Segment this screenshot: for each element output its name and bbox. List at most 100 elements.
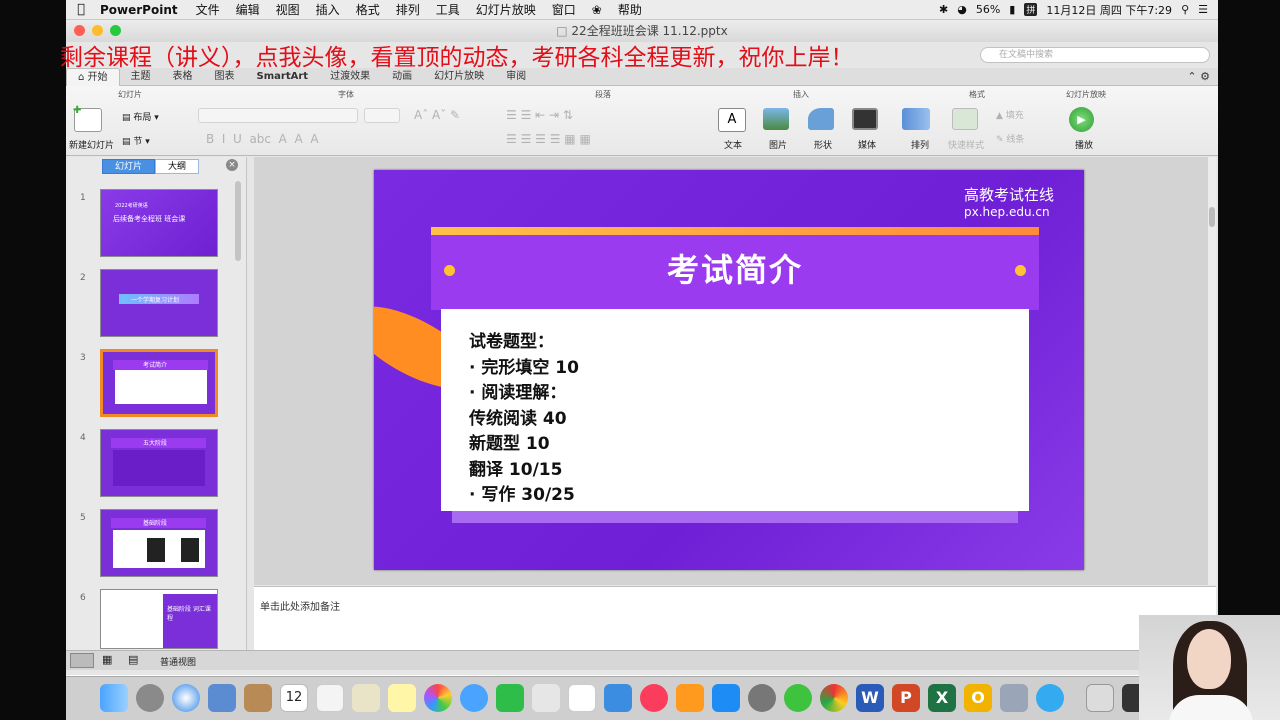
slide-thumbnail-3[interactable]: 考试简介 (100, 349, 218, 417)
slide-thumbnail-2[interactable]: 一个学期复习计划 (100, 269, 218, 337)
menu-edit[interactable]: 编辑 (228, 1, 268, 18)
books-icon[interactable] (676, 684, 704, 712)
input-method-icon[interactable]: 拼 (1024, 3, 1038, 16)
font-name-field[interactable] (198, 108, 358, 123)
picture-button[interactable]: 图片 (769, 138, 787, 151)
minimize-window-icon[interactable] (92, 25, 103, 36)
notes-app-icon[interactable] (388, 684, 416, 712)
font-size-buttons[interactable]: Aˆ Aˇ ✎ (414, 108, 460, 122)
content-line: 翻译 10/15 (469, 460, 563, 480)
zoom-window-icon[interactable] (110, 25, 121, 36)
thumb-number: 5 (80, 513, 86, 523)
media-button[interactable]: 媒体 (858, 138, 876, 151)
app-icon[interactable] (532, 684, 560, 712)
messages-icon[interactable] (460, 684, 488, 712)
bluetooth-icon[interactable]: ✱ (939, 3, 948, 16)
close-pane-icon[interactable]: × (226, 159, 238, 171)
excel-icon[interactable]: X (928, 684, 956, 712)
battery-percent[interactable]: 56% (976, 3, 1000, 16)
text-button[interactable]: 文本 (724, 138, 742, 151)
numbers-icon[interactable] (568, 684, 596, 712)
section-button[interactable]: ▤ 节 ▾ (122, 134, 150, 147)
chrome-icon[interactable] (820, 684, 848, 712)
new-slide-button[interactable]: 新建幻灯片 (69, 138, 114, 151)
new-slide-icon[interactable]: ✚ (73, 105, 102, 132)
menu-arrange[interactable]: 排列 (388, 1, 428, 18)
slide-thumbnail-5[interactable]: 基础阶段 (100, 509, 218, 577)
group-slideshow-title: 幻灯片放映 (1066, 90, 1106, 99)
outlook-icon[interactable]: O (964, 684, 992, 712)
close-window-icon[interactable] (74, 25, 85, 36)
wechat-icon[interactable] (784, 684, 812, 712)
screen:  PowerPoint 文件 编辑 视图 插入 格式 排列 工具 幻灯片放映 … (0, 0, 1280, 720)
powerpoint-icon[interactable]: P (892, 684, 920, 712)
contacts-icon[interactable] (352, 684, 380, 712)
menu-insert[interactable]: 插入 (308, 1, 348, 18)
cloud-app-icon[interactable] (1036, 684, 1064, 712)
battery-icon[interactable]: ▮ (1009, 3, 1015, 16)
utility-icon[interactable] (1000, 684, 1028, 712)
main-scrollbar[interactable] (1208, 157, 1216, 585)
shape-button[interactable]: 形状 (814, 138, 832, 151)
calendar-icon[interactable]: 12 (280, 684, 308, 712)
font-style-buttons[interactable]: B I U abc A A A (206, 132, 319, 146)
font-size-field[interactable] (364, 108, 400, 123)
line-button[interactable]: ✎ 线条 (996, 132, 1024, 145)
slide-content-box[interactable]: 试卷题型： · 完形填空 10 · 阅读理解： 传统阅读 40 新题型 10 翻… (441, 309, 1029, 511)
apple-icon[interactable]:  (66, 2, 96, 17)
layout-button[interactable]: ▤ 布局 ▾ (122, 110, 159, 123)
slide-thumbnail-1[interactable]: 2022考研英语 后续备考全程班 班会课 (100, 189, 218, 257)
photos-icon[interactable] (424, 684, 452, 712)
word-icon[interactable]: W (856, 684, 884, 712)
script-icon[interactable]: ❀ (584, 3, 610, 17)
finder-icon[interactable] (100, 684, 128, 712)
media-icon (852, 108, 878, 130)
wifi-icon[interactable]: ◕ (957, 3, 967, 16)
normal-view-icon[interactable] (70, 653, 94, 668)
group-paragraph-title: 段落 (595, 90, 611, 99)
menu-help[interactable]: 帮助 (610, 1, 650, 18)
preview-icon[interactable] (208, 684, 236, 712)
list-buttons[interactable]: ☰ ☰ ⇤ ⇥ ⇅ (506, 108, 573, 122)
keynote-icon[interactable] (604, 684, 632, 712)
notification-center-icon[interactable]: ☰ (1198, 3, 1208, 16)
app-name-menu[interactable]: PowerPoint (96, 3, 188, 17)
align-buttons[interactable]: ☰ ☰ ☰ ☰ ▦ ▦ (506, 132, 591, 146)
clock[interactable]: 11月12日 周四 下午7:29 (1046, 2, 1172, 18)
promo-overlay-text: 剩余课程（讲义），点我头像，看置顶的动态，考研各科全程更新，祝你上岸！ (60, 45, 854, 71)
slide-thumbnail-6[interactable]: 基础阶段 词汇课程 (100, 589, 218, 649)
facetime-icon[interactable] (496, 684, 524, 712)
menu-tools[interactable]: 工具 (428, 1, 468, 18)
tab-outline-pane[interactable]: 大纲 (155, 159, 200, 174)
slide-logo: 高教考试在线 px.hep.edu.cn (964, 184, 1054, 219)
menu-slideshow[interactable]: 幻灯片放映 (468, 1, 544, 18)
safari-icon[interactable] (172, 684, 200, 712)
ribbon-collapse-icon[interactable]: ⌃ ⚙ (1187, 70, 1218, 83)
play-button[interactable]: 播放 (1075, 138, 1093, 151)
thumbnails-scrollbar[interactable] (235, 181, 241, 261)
scrollbar-knob[interactable] (1209, 207, 1215, 227)
quick-styles-button[interactable]: 快速样式 (948, 138, 984, 151)
arrange-button[interactable]: 排列 (911, 138, 929, 151)
system-preferences-icon[interactable] (748, 684, 776, 712)
app-store-icon[interactable] (712, 684, 740, 712)
slide-sorter-icon[interactable]: ▦ (102, 653, 112, 666)
reminders-icon[interactable] (316, 684, 344, 712)
launchpad-icon[interactable] (136, 684, 164, 712)
menu-format[interactable]: 格式 (348, 1, 388, 18)
screen-recorder-icon[interactable] (1086, 684, 1114, 712)
notes-pane[interactable]: 单击此处添加备注 (254, 586, 1216, 650)
presenter-view-icon[interactable]: ▤ (128, 653, 138, 666)
slide-thumbnail-4[interactable]: 五大阶段 (100, 429, 218, 497)
spotlight-search-icon[interactable]: ⚲ (1181, 3, 1189, 16)
notebook-icon[interactable] (244, 684, 272, 712)
menu-window[interactable]: 窗口 (544, 1, 584, 18)
dock: 12 W P X O (66, 676, 1218, 720)
tab-slides-pane[interactable]: 幻灯片 (102, 159, 156, 174)
fill-button[interactable]: ▲ 填充 (996, 108, 1024, 121)
music-icon[interactable] (640, 684, 668, 712)
current-slide[interactable]: 高教考试在线 px.hep.edu.cn 考试简介 试卷题型： · 完形填空 1… (374, 170, 1084, 570)
slide-title[interactable]: 考试简介 (431, 245, 1039, 291)
menu-file[interactable]: 文件 (188, 1, 228, 18)
menu-view[interactable]: 视图 (268, 1, 308, 18)
